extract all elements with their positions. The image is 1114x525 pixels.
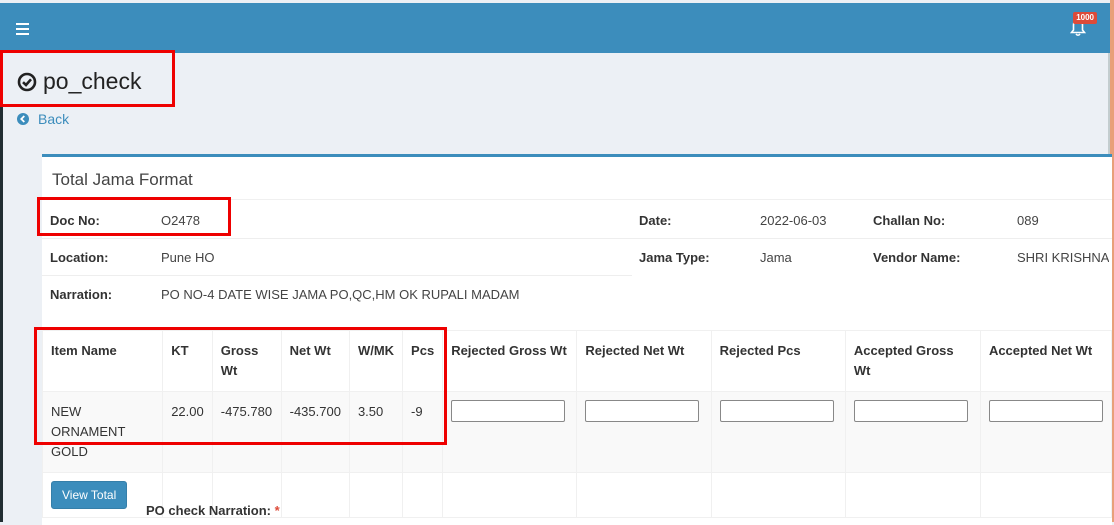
row-divider [632,238,1112,239]
highlight-box [34,327,447,445]
highlight-box [37,197,231,236]
back-label: Back [38,111,70,127]
cell-rejected-pcs [710,391,846,473]
top-navbar: 1000 [0,3,1110,53]
col-rejected-net-wt: Rejected Net Wt [576,330,712,392]
required-mark: * [274,503,280,518]
po-narration-label: PO check Narration: * [146,503,280,518]
cell-view-total: View Total [41,472,164,518]
chevron-left-circle-icon [17,113,29,125]
empty-cell [442,472,578,518]
view-total-button[interactable]: View Total [51,481,128,509]
location-value: Pune HO [161,250,215,265]
menu-icon[interactable] [16,23,29,38]
row-divider [42,238,632,239]
rejected-gross-wt-input[interactable] [451,400,566,422]
empty-cell [576,472,712,518]
jama-type-value: Jama [760,250,792,265]
empty-cell [280,472,350,518]
narration-label: Narration: [50,287,113,302]
location-label: Location: [50,250,109,265]
cell-rejected-net-wt [576,391,712,473]
empty-cell [710,472,846,518]
col-rejected-gross-wt: Rejected Gross Wt [442,330,578,392]
accepted-net-wt-input[interactable] [988,400,1103,422]
rejected-net-wt-input[interactable] [585,400,700,422]
narration-value: PO NO-4 DATE WISE JAMA PO,QC,HM OK RUPAL… [161,287,520,302]
col-rejected-pcs: Rejected Pcs [710,330,846,392]
vendor-value: SHRI KRISHNA G [1017,250,1109,265]
rejected-pcs-input[interactable] [719,400,834,422]
accepted-gross-wt-input[interactable] [853,400,968,422]
highlight-box [0,50,175,107]
col-accepted-net-wt: Accepted Net Wt [979,330,1113,392]
challan-label: Challan No: [873,213,946,228]
col-accepted-gross-wt: Accepted Gross Wt [844,330,981,392]
date-value: 2022-06-03 [760,213,827,228]
cell-accepted-net-wt [979,391,1113,473]
cell-accepted-gross-wt [844,391,981,473]
row-divider [42,275,632,276]
jama-type-label: Jama Type: [639,250,710,265]
po-narration-text: PO check Narration: [146,503,271,518]
challan-value: 089 [1017,213,1039,228]
empty-cell [348,472,404,518]
vendor-label: Vendor Name: [873,250,961,265]
date-label: Date: [639,213,672,228]
cell-rejected-gross-wt [442,391,578,473]
sidebar-edge [0,53,3,522]
back-link[interactable]: Back [17,111,69,127]
empty-cell [844,472,981,518]
notification-badge: 1000 [1073,12,1097,24]
empty-cell [402,472,444,518]
empty-cell [979,472,1113,518]
box-title: Total Jama Format [52,170,193,189]
